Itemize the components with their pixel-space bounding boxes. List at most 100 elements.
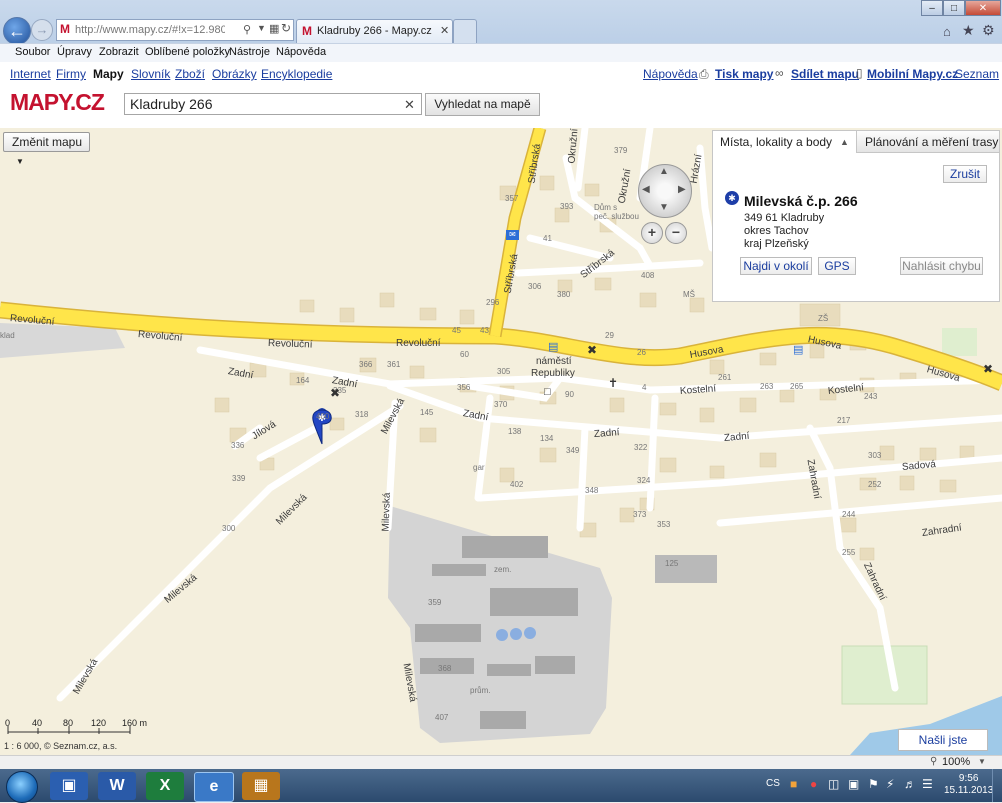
report-error-button[interactable]: Nahlásit chybu [900, 257, 983, 275]
poi-label: ZŠ [818, 314, 829, 323]
dropdown-icon[interactable]: ▼ [257, 23, 266, 33]
street-label: Zadní [723, 430, 750, 444]
menu-favorites[interactable]: Oblíbené položky [145, 46, 230, 58]
share-map-link[interactable]: Sdílet mapu [791, 67, 859, 81]
nav-mapy[interactable]: Mapy [93, 67, 124, 81]
new-tab-button[interactable] [453, 19, 477, 43]
start-button[interactable] [6, 771, 38, 803]
excel-icon[interactable]: X [146, 772, 184, 800]
flag-icon[interactable]: ⚑ [868, 777, 879, 791]
zoom-in-button[interactable]: + [641, 222, 663, 244]
word-icon[interactable]: W [98, 772, 136, 800]
address-bar[interactable]: M http://www.mapy.cz/#!x=12.980218&y= ⚲ … [56, 19, 294, 41]
minimize-button[interactable]: – [921, 0, 943, 16]
back-button[interactable]: ← [3, 17, 31, 45]
nav-zbozi[interactable]: Zboží [175, 67, 205, 81]
power-icon[interactable]: ⚡ [886, 777, 894, 791]
found-error-button[interactable]: Našli jste chybu? [898, 729, 988, 755]
pan-up-icon[interactable]: ▲ [659, 166, 669, 177]
tab-route-planning[interactable]: Plánování a měření trasy [856, 131, 999, 153]
zoom-dropdown-icon[interactable]: ▼ [978, 757, 986, 766]
place-region: kraj Plzeňský [744, 238, 809, 250]
forward-button[interactable]: → [31, 19, 53, 41]
house-number: 305 [497, 367, 511, 376]
bus-stop-icon[interactable]: ▤ [793, 343, 803, 356]
nav-slovnik[interactable]: Slovník [131, 67, 170, 81]
menu-edit[interactable]: Úpravy [57, 46, 92, 58]
maximize-button[interactable]: □ [943, 0, 965, 16]
menu-help[interactable]: Nápověda [276, 46, 326, 58]
archive-app-icon[interactable]: ▦ [242, 772, 280, 800]
collapse-icon[interactable]: ▲ [840, 131, 849, 153]
street-label: Revoluční [267, 338, 313, 351]
map-canvas[interactable]: ✱ Revoluční Revoluční Revoluční Revolučn… [0, 128, 1002, 755]
menu-file[interactable]: Soubor [15, 46, 50, 58]
nav-obrazky[interactable]: Obrázky [212, 67, 257, 81]
monitor-icon[interactable]: ▣ [848, 777, 859, 791]
home-icon[interactable]: ⌂ [943, 24, 951, 39]
search-icon[interactable]: ⚲ [243, 23, 251, 36]
gear-icon[interactable]: ⚙ [982, 22, 995, 39]
compatibility-icon[interactable]: ▦ [269, 22, 279, 35]
restaurant-icon[interactable]: ✖ [983, 362, 993, 376]
nav-internet[interactable]: Internet [10, 67, 51, 81]
mail-icon[interactable]: ✉ [506, 230, 519, 240]
bus-stop-icon[interactable]: ▤ [548, 340, 558, 353]
change-map-button[interactable]: Změnit mapu ▼ [3, 132, 90, 166]
tab-active[interactable]: M Kladruby 266 - Mapy.cz ✕ [296, 19, 453, 43]
place-title[interactable]: Milevská č.p. 266 [744, 193, 858, 209]
find-nearby-button[interactable]: Najdi v okolí [740, 257, 812, 275]
house-number: 357 [505, 194, 519, 203]
scale-tick: 40 [32, 718, 43, 728]
wifi-icon[interactable]: ☰ [922, 777, 933, 791]
search-input[interactable]: Kladruby 266 [124, 93, 422, 115]
language-indicator[interactable]: CS [766, 778, 780, 789]
save-disk-icon[interactable]: ▣ [50, 772, 88, 800]
speaker-icon[interactable]: ♬ [904, 777, 916, 791]
clear-search-icon[interactable]: ✕ [404, 97, 415, 113]
nav-firmy[interactable]: Firmy [56, 67, 86, 81]
menu-tools[interactable]: Nástroje [229, 46, 270, 58]
info-icon[interactable]: □ [544, 386, 551, 398]
help-link[interactable]: Nápověda [643, 67, 698, 81]
clock[interactable]: 9:56 15.11.2013 [944, 773, 993, 797]
zoom-level[interactable]: 100% [942, 756, 970, 768]
address-text: http://www.mapy.cz/#!x=12.980218&y= [75, 24, 225, 36]
show-desktop-button[interactable] [992, 769, 1002, 802]
seznam-link[interactable]: Seznam [955, 67, 999, 81]
tray-app-icon[interactable]: ■ [790, 777, 797, 791]
pan-down-icon[interactable]: ▼ [659, 202, 669, 213]
tab-places-label: Místa, lokality a body [720, 135, 833, 149]
close-window-button[interactable]: ✕ [965, 0, 1001, 16]
internet-explorer-icon[interactable]: e [194, 772, 234, 802]
network-icon[interactable]: ◫ [828, 777, 839, 791]
house-number: 359 [428, 598, 442, 607]
street-label: Revoluční [396, 338, 441, 349]
site-header: Internet Firmy Mapy Slovník Zboží Obrázk… [0, 62, 1002, 129]
restaurant-icon[interactable]: ✖ [330, 386, 340, 400]
antivirus-icon[interactable]: ● [810, 777, 817, 791]
refresh-icon[interactable]: ↻ [281, 21, 291, 35]
favorites-star-icon[interactable]: ★ [962, 22, 975, 39]
church-icon[interactable]: ✝ [608, 376, 618, 390]
nav-encyklopedie[interactable]: Encyklopedie [261, 67, 332, 81]
house-number: 318 [355, 410, 369, 419]
cancel-button[interactable]: Zrušit [943, 165, 987, 183]
menu-view[interactable]: Zobrazit [99, 46, 139, 58]
tab-places[interactable]: Místa, lokality a body ▲ [713, 131, 855, 153]
mobile-maps-link[interactable]: Mobilní Mapy.cz [867, 67, 958, 81]
search-on-map-button[interactable]: Vyhledat na mapě [425, 93, 540, 116]
zoom-out-button[interactable]: − [665, 222, 687, 244]
pan-control[interactable]: ▲ ▼ ◀ ▶ [638, 164, 692, 218]
pan-right-icon[interactable]: ▶ [678, 184, 686, 195]
mapy-logo[interactable]: MAPY.CZ [10, 89, 105, 116]
pan-left-icon[interactable]: ◀ [642, 184, 650, 195]
tab-close-icon[interactable]: ✕ [440, 24, 449, 37]
gps-button[interactable]: GPS [818, 257, 856, 275]
restaurant-icon[interactable]: ✖ [587, 343, 597, 357]
print-map-link[interactable]: Tisk mapy [715, 67, 773, 81]
house-number: 217 [837, 416, 851, 425]
printer-icon: ⎙ [699, 67, 709, 81]
house-number: 125 [665, 559, 679, 568]
menu-bar: Soubor Úpravy Zobrazit Oblíbené položky … [0, 43, 1002, 63]
